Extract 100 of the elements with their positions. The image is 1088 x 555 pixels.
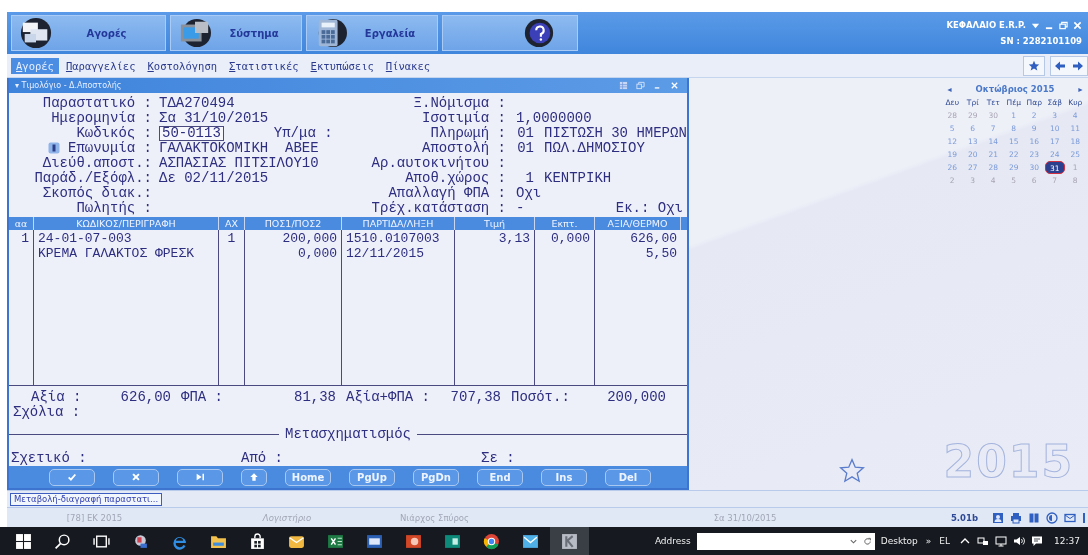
calendar-month: Οκτώβριος 2015 bbox=[975, 84, 1055, 94]
star-icon bbox=[1028, 59, 1040, 72]
refresh-icon[interactable] bbox=[862, 536, 872, 546]
task-tab[interactable]: Μεταβολή-διαγραφή παραστατι... bbox=[10, 492, 163, 506]
address-label: Address bbox=[654, 536, 691, 546]
field-label: Τρέχ.κατάσταση : bbox=[371, 199, 506, 216]
field-label: Παράδ./Εξόφλ.: bbox=[34, 170, 152, 186]
table-cell: 1510.0107003 bbox=[346, 230, 440, 246]
document-icon[interactable] bbox=[366, 532, 383, 550]
total-label: Αξία : bbox=[31, 389, 82, 405]
code-field[interactable]: 50-0113 bbox=[159, 125, 224, 141]
forward-arrow-icon bbox=[1072, 59, 1084, 72]
circle-logo-icon[interactable] bbox=[483, 532, 500, 550]
action-button[interactable]: PgUp bbox=[349, 468, 395, 486]
lookup-icon[interactable] bbox=[48, 142, 60, 155]
action-button[interactable]: End bbox=[477, 468, 523, 486]
windows-logo-icon[interactable] bbox=[15, 532, 32, 550]
users-icon[interactable] bbox=[992, 511, 1004, 524]
address-field[interactable] bbox=[696, 532, 875, 550]
section-title: Μετασχηματισμός bbox=[279, 426, 417, 443]
field-label: Πληρωμή : bbox=[430, 124, 506, 141]
field-label: Διεύθ.αποστ.: bbox=[42, 155, 152, 171]
language-indicator[interactable]: EL bbox=[939, 536, 951, 546]
menu-item[interactable]: Παραγγελίες bbox=[60, 57, 141, 74]
total-value: 707,38 bbox=[450, 389, 502, 405]
table-cell: 1 bbox=[227, 230, 236, 246]
documents-icon bbox=[18, 17, 54, 49]
navigation-button[interactable] bbox=[1050, 55, 1088, 76]
notification-icon[interactable] bbox=[1031, 535, 1044, 547]
action-button[interactable]: Ins bbox=[541, 468, 587, 486]
column-header: ΠΑΡΤΙΔΑ/ΛΗΞΗ bbox=[342, 216, 455, 230]
mail-icon[interactable] bbox=[522, 532, 539, 550]
field-label: Αποθ.χώρος : bbox=[405, 169, 506, 186]
field-value: Εκ.: Οχι bbox=[615, 200, 683, 216]
field-label: Αρ.αυτοκινήτου : bbox=[371, 154, 506, 171]
more-icon[interactable] bbox=[1082, 511, 1086, 524]
speaker-icon[interactable] bbox=[1013, 535, 1026, 547]
search-icon[interactable] bbox=[54, 532, 71, 550]
toolbar-button[interactable]: Αγορές bbox=[11, 15, 166, 51]
up-arrow-icon bbox=[249, 472, 259, 483]
toolbar-button[interactable]: Εργαλεία bbox=[306, 15, 438, 51]
clock[interactable]: 12:37 bbox=[1054, 536, 1080, 546]
menu-item[interactable]: Πίνακες bbox=[380, 57, 436, 74]
app-tile-icon[interactable] bbox=[561, 532, 578, 550]
menu-item[interactable]: Εκτυπώσεις bbox=[305, 57, 379, 74]
total-value: 626,00 bbox=[120, 389, 172, 405]
book-icon[interactable] bbox=[1028, 511, 1040, 524]
monitor-icon[interactable] bbox=[995, 535, 1008, 547]
restore-icon[interactable] bbox=[1059, 20, 1068, 30]
spreadsheet-icon[interactable] bbox=[327, 532, 344, 550]
total-value: 81,38 bbox=[294, 389, 337, 405]
field-label: Απαλλαγή ΦΠΑ : bbox=[388, 184, 506, 201]
shopping-bag-icon[interactable] bbox=[249, 532, 266, 550]
cancel-icon bbox=[131, 472, 141, 483]
total-label: ΦΠΑ : bbox=[181, 389, 223, 405]
field-label: Σχόλια : bbox=[13, 404, 82, 419]
column-header: ΑΞΙΑ/ΘΕΡΜΟ bbox=[595, 216, 681, 230]
action-button[interactable]: Home bbox=[285, 468, 331, 486]
action-button[interactable] bbox=[241, 468, 267, 486]
toolbar-button[interactable]: Σύστημα bbox=[170, 15, 302, 51]
favorites-button[interactable] bbox=[1023, 55, 1045, 76]
window-title: ▾ Τιμολόγιο - Δ.Αποστολής bbox=[15, 80, 122, 90]
publication-icon[interactable] bbox=[444, 532, 461, 550]
action-button[interactable]: Del bbox=[605, 468, 651, 486]
chevron[interactable]: » bbox=[925, 536, 932, 546]
field-label: Αποστολή : bbox=[422, 139, 506, 156]
field-label: Ξ.Νόμισμα : bbox=[413, 94, 506, 111]
close-icon[interactable] bbox=[670, 80, 679, 90]
status-text: Σα 31/10/2015 bbox=[712, 512, 778, 523]
toolbar-button[interactable] bbox=[442, 15, 578, 51]
menu-item[interactable]: Στατιστικές bbox=[224, 57, 304, 74]
field-value: - bbox=[516, 200, 525, 216]
table-cell: 0,000 bbox=[551, 230, 590, 246]
field-value: 01 bbox=[516, 125, 534, 141]
field-label: Ημερομηνία : bbox=[51, 110, 152, 126]
printer-icon[interactable] bbox=[1010, 511, 1022, 524]
desktop-label[interactable]: Desktop bbox=[880, 536, 918, 546]
network-icon[interactable] bbox=[977, 535, 990, 547]
task-view-icon[interactable] bbox=[93, 532, 110, 550]
field-value: ΤΔΑ270494 bbox=[159, 95, 235, 111]
action-button[interactable]: PgDn bbox=[413, 468, 459, 486]
action-button[interactable] bbox=[113, 468, 159, 486]
field-value: ΚΕΝΤΡΙΚΗ bbox=[544, 170, 612, 186]
skip-end-icon bbox=[195, 472, 205, 483]
version-label: 5.01b bbox=[950, 512, 978, 523]
globe-icon[interactable] bbox=[1046, 511, 1058, 524]
presentation-icon[interactable] bbox=[405, 532, 422, 550]
field-value: 1 bbox=[524, 170, 534, 186]
app-icon[interactable] bbox=[132, 532, 149, 550]
column-header: ΚΩΔΙΚΟΣ/ΠΕΡΙΓΡΑΦΗ bbox=[34, 216, 219, 230]
table-cell: 626,00 bbox=[630, 230, 677, 246]
close-icon[interactable] bbox=[1073, 20, 1082, 30]
field-label: Υπ/μα : bbox=[273, 125, 333, 141]
menu-item[interactable]: Κοστολόγηση bbox=[142, 57, 223, 74]
field-label: Σκοπός διακ.: bbox=[42, 185, 152, 201]
star-icon bbox=[839, 458, 865, 484]
menu-item[interactable]: Αγορές bbox=[11, 57, 59, 74]
status-text: [78] ΕΚ 2015 bbox=[65, 512, 124, 523]
action-button[interactable] bbox=[177, 468, 223, 486]
field-value: ΠΙΣΤΩΣΗ 30 ΗΜΕΡΩΝ bbox=[544, 125, 687, 141]
